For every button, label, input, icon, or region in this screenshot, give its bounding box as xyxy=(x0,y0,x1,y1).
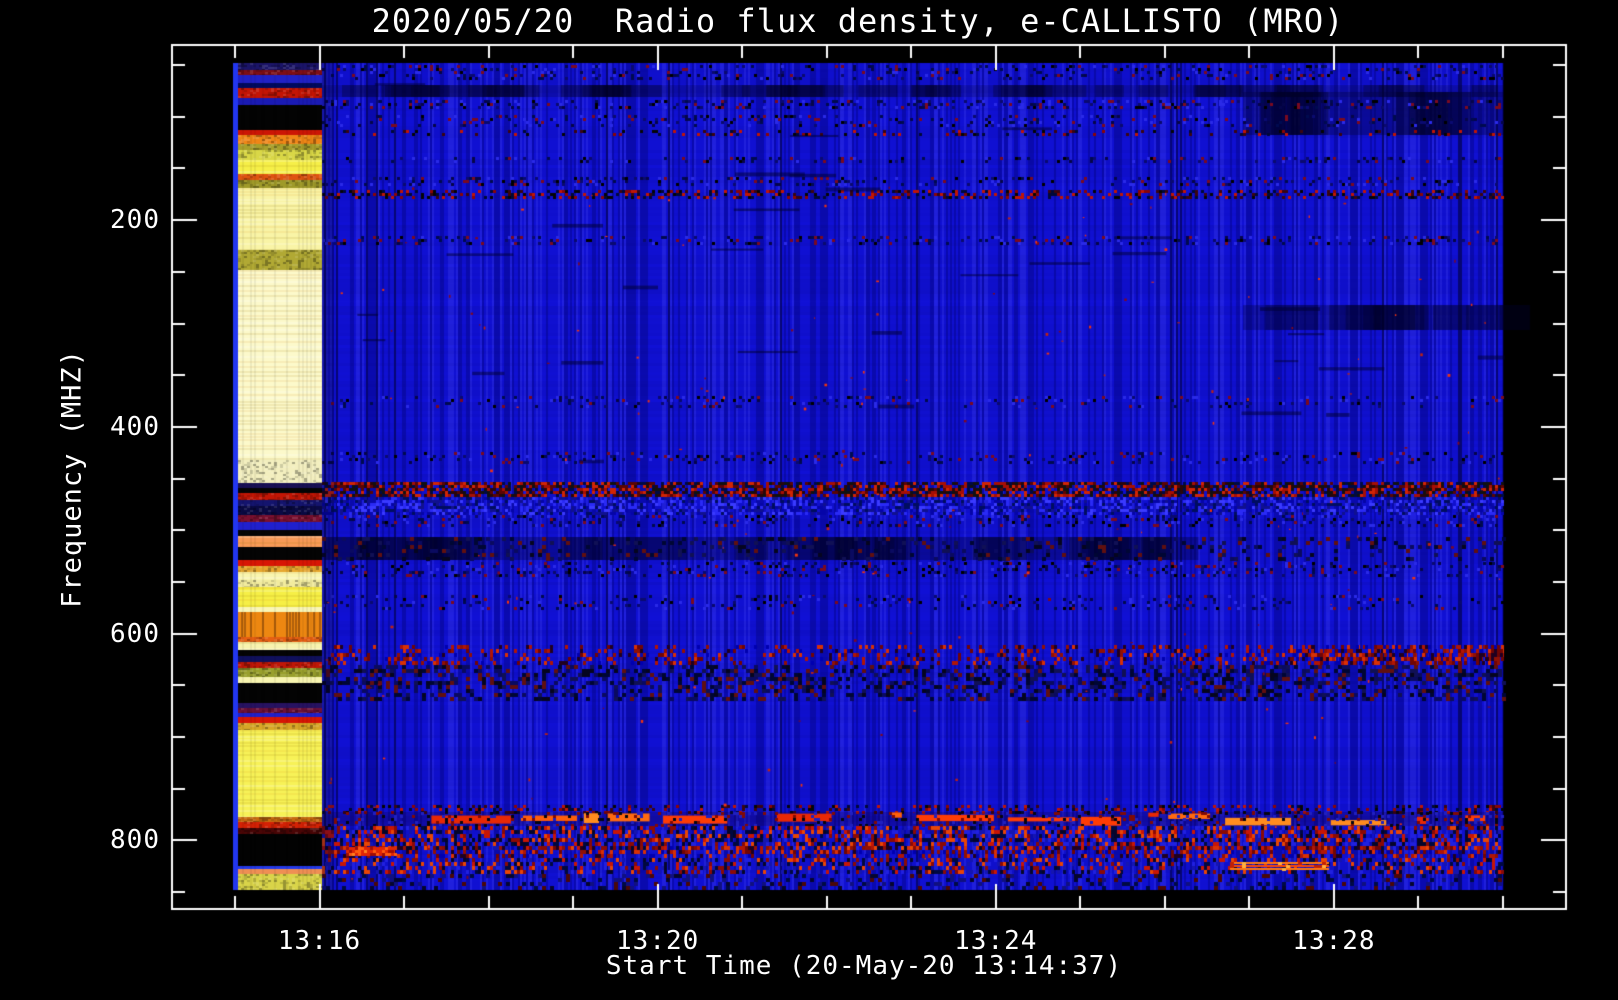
y-axis-title: Frequency (MHZ) xyxy=(56,349,88,608)
y-tick-label: 600 xyxy=(110,618,160,649)
x-tick-label: 13:16 xyxy=(277,926,362,956)
spectrogram-page: 2020/05/20 Radio flux density, e-CALLIST… xyxy=(0,0,1618,1000)
y-tick-label: 400 xyxy=(110,411,160,442)
y-tick-label: 800 xyxy=(110,825,160,856)
x-tick-label: 13:24 xyxy=(954,926,1038,956)
spectrogram-canvas xyxy=(0,0,1618,1000)
x-tick-label: 13:20 xyxy=(616,926,700,956)
y-tick-label: 200 xyxy=(110,205,160,236)
chart-title: 2020/05/20 Radio flux density, e-CALLIST… xyxy=(371,2,1345,40)
x-tick-label: 13:28 xyxy=(1292,926,1376,956)
x-axis-title: Start Time (20-May-20 13:14:37) xyxy=(605,951,1123,981)
